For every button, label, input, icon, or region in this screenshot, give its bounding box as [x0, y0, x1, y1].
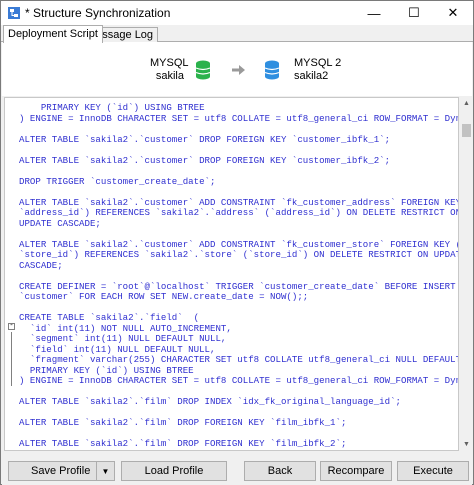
target-database-label: sakila2 [294, 70, 329, 82]
script-line: ALTER TABLE `sakila2`.`customer` DROP FO… [19, 154, 391, 166]
script-line: DROP TRIGGER `customer_create_date`; [19, 175, 216, 187]
target-server-label: MYSQL 2 [294, 57, 342, 69]
load-profile-button[interactable]: Load Profile [121, 461, 227, 481]
script-line: `customer` FOR EACH ROW SET NEW.create_d… [19, 291, 309, 302]
window-title: * Structure Synchronization [25, 6, 171, 20]
minimize-icon: — [367, 5, 381, 21]
script-line: ) ENGINE = InnoDB CHARACTER SET = utf8 C… [19, 112, 459, 124]
arrow-right-icon [232, 65, 245, 75]
execute-button[interactable]: Execute [397, 461, 469, 481]
fold-guide [11, 332, 12, 386]
save-profile-dropdown-icon[interactable]: ▼ [96, 462, 114, 480]
fold-toggle-icon[interactable]: - [8, 323, 15, 330]
script-line: CASCADE; [19, 259, 63, 271]
close-icon: ✕ [447, 5, 459, 20]
script-line: ALTER TABLE `sakila2`.`film` DROP INDEX … [19, 396, 401, 407]
maximize-icon: ☐ [408, 5, 420, 20]
footer-bar: Save Profile ▼ Load Profile Back Recompa… [2, 455, 472, 485]
script-line: `store_id`) REFERENCES `sakila2`.`store`… [19, 249, 459, 260]
script-line: ALTER TABLE `sakila2`.`customer` DROP FO… [19, 133, 391, 145]
maximize-button[interactable]: ☐ [394, 1, 434, 25]
script-line: UPDATE CASCADE; [19, 217, 101, 229]
scroll-down-icon[interactable]: ▼ [460, 438, 473, 451]
structure-sync-window: * Structure Synchronization — ☐ ✕ Deploy… [0, 0, 474, 485]
sync-header: MYSQL sakila MYSQL 2 sakila2 [2, 42, 472, 96]
tab-deployment-script[interactable]: Deployment Script [3, 25, 103, 43]
minimize-button[interactable]: — [354, 1, 394, 25]
source-server-label: MYSQL [150, 57, 189, 69]
deployment-script-editor[interactable]: - PRIMARY KEY (`id`) USING BTREE) ENGINE… [4, 97, 459, 451]
vertical-scrollbar[interactable]: ▲ ▼ [460, 97, 473, 451]
script-line: ALTER TABLE `sakila2`.`film` DROP FOREIG… [19, 438, 347, 449]
script-line: ) ENGINE = InnoDB CHARACTER SET = utf8 C… [19, 375, 459, 386]
save-profile-button[interactable]: Save Profile ▼ [8, 461, 115, 481]
script-line: ALTER TABLE `sakila2`.`film` DROP FOREIG… [19, 417, 347, 428]
scroll-thumb[interactable] [462, 124, 471, 137]
source-database-icon [195, 60, 211, 80]
title-bar: * Structure Synchronization — ☐ ✕ [1, 1, 473, 25]
scroll-up-icon[interactable]: ▲ [460, 97, 473, 110]
target-database-icon [264, 60, 280, 80]
tab-strip: Deployment Script Message Log [1, 25, 473, 43]
recompare-button[interactable]: Recompare [320, 461, 392, 481]
source-database-label: sakila [155, 70, 184, 82]
back-button[interactable]: Back [244, 461, 316, 481]
save-profile-label: Save Profile [31, 465, 91, 477]
app-icon [8, 7, 20, 19]
close-button[interactable]: ✕ [433, 1, 473, 25]
